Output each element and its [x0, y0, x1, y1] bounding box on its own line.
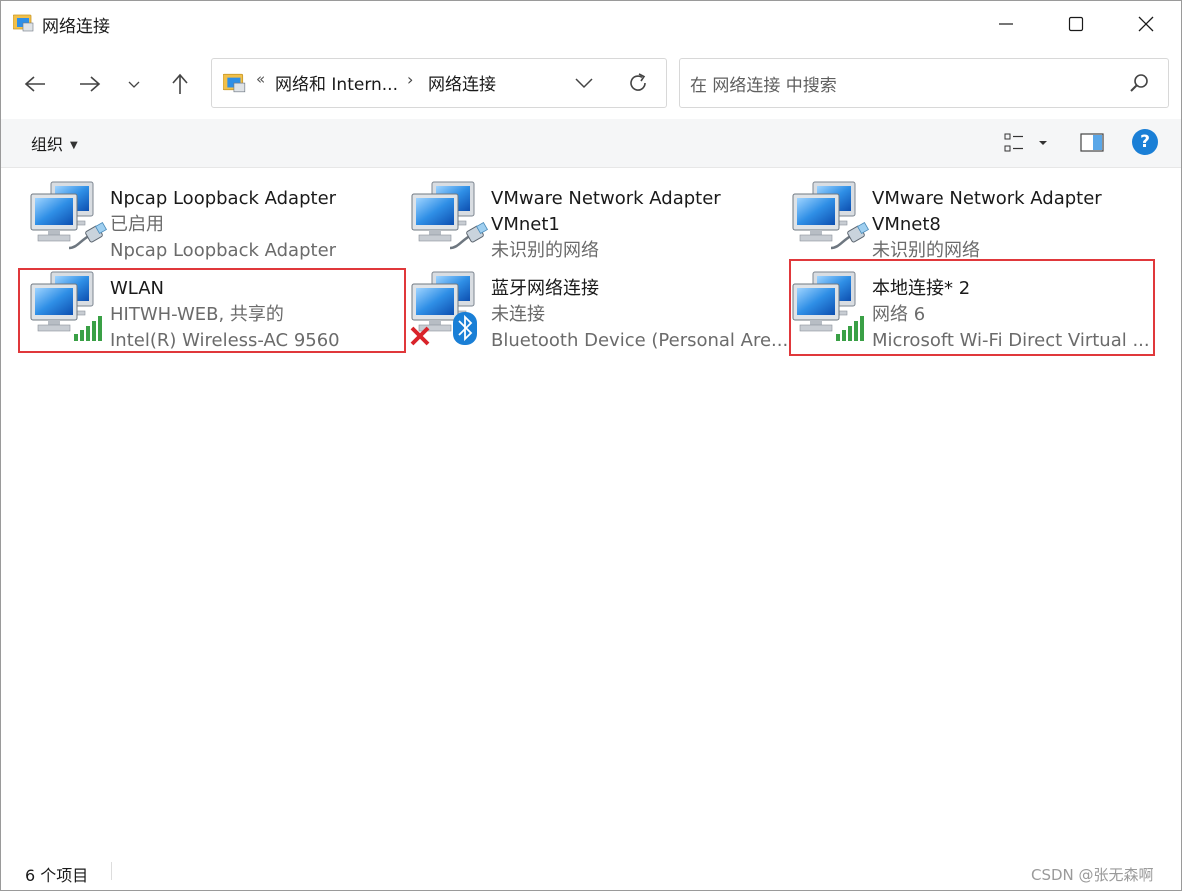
network-adapter-icon [410, 180, 488, 250]
breadcrumb-separator[interactable]: › [407, 70, 413, 89]
change-view-icon[interactable] [1003, 131, 1049, 155]
status-bar: 6 个项目 CSDN @张无森啊 [1, 848, 1181, 890]
minimize-icon [999, 23, 1013, 25]
adapter-name: Npcap Loopback Adapter [110, 188, 337, 209]
adapter-name: 蓝牙网络连接 [491, 278, 599, 299]
close-icon [1138, 16, 1154, 32]
adapter-item-bluetooth[interactable]: 蓝牙网络连接 未连接 Bluetooth Device (Personal Ar… [402, 264, 788, 351]
network-adapter-icon [791, 180, 869, 250]
adapter-name: VMware Network Adapter [491, 188, 721, 209]
organize-menu[interactable]: 组织 ▼ [31, 131, 78, 155]
refresh-icon[interactable] [626, 71, 650, 95]
close-button[interactable] [1111, 1, 1181, 47]
bluetooth-icon [453, 312, 477, 345]
help-button[interactable]: ? [1132, 129, 1158, 155]
minimize-button[interactable] [971, 1, 1041, 47]
breadcrumb-network-internet[interactable]: 网络和 Intern... [275, 70, 398, 95]
search-input[interactable]: 在 网络连接 中搜索 [690, 71, 837, 96]
search-box[interactable]: 在 网络连接 中搜索 [679, 58, 1169, 108]
highlight-box-local-connection [789, 259, 1155, 356]
network-folder-icon [13, 14, 34, 32]
command-bar: 组织 ▼ ? [1, 119, 1181, 168]
back-button[interactable] [18, 67, 52, 101]
item-count: 6 个项目 [25, 866, 89, 885]
forward-arrow-icon [80, 76, 101, 92]
network-adapter-icon [29, 180, 107, 250]
adapter-device: Npcap Loopback Adapter [110, 240, 337, 261]
adapter-device: Bluetooth Device (Personal Are... [491, 330, 789, 351]
adapter-item-npcap[interactable]: Npcap Loopback Adapter 已启用 Npcap Loopbac… [21, 174, 401, 261]
preview-pane-icon[interactable] [1079, 131, 1105, 155]
address-dropdown-icon[interactable] [572, 73, 596, 93]
forward-button[interactable] [73, 67, 107, 101]
search-icon[interactable] [1128, 72, 1150, 94]
adapter-list: Npcap Loopback Adapter 已启用 Npcap Loopbac… [1, 168, 1181, 848]
adapter-name-line2: VMnet1 [491, 214, 560, 235]
maximize-button[interactable] [1041, 1, 1111, 47]
navigation-bar: « 网络和 Intern... › 网络连接 在 网络连接 中搜索 [1, 47, 1181, 119]
organize-label: 组织 [31, 135, 64, 154]
title-bar: 网络连接 [1, 1, 1181, 47]
recent-locations-button[interactable] [117, 67, 151, 101]
status-divider [111, 862, 112, 880]
up-arrow-icon [172, 73, 188, 94]
up-button[interactable] [163, 67, 197, 101]
adapter-status: 未连接 [491, 304, 545, 325]
back-arrow-icon [24, 76, 45, 92]
adapter-item-vmnet8[interactable]: VMware Network Adapter VMnet8 未识别的网络 [783, 174, 1163, 261]
network-folder-icon [223, 73, 246, 93]
dropdown-arrow-icon: ▼ [70, 140, 78, 151]
adapter-name-line2: VMnet8 [872, 214, 941, 235]
bluetooth-adapter-icon [410, 270, 477, 346]
maximize-icon [1068, 16, 1084, 32]
adapter-status: 已启用 [110, 214, 164, 235]
adapter-name: VMware Network Adapter [872, 188, 1102, 209]
address-overflow[interactable]: « [256, 70, 265, 88]
adapter-status: 未识别的网络 [491, 240, 599, 261]
breadcrumb-network-connections[interactable]: 网络连接 [428, 70, 496, 95]
address-bar[interactable]: « 网络和 Intern... › 网络连接 [211, 58, 667, 108]
watermark: CSDN @张无森啊 [1031, 866, 1154, 884]
highlight-box-wlan [18, 268, 406, 353]
window-title: 网络连接 [42, 17, 110, 37]
chevron-down-icon [128, 81, 140, 88]
adapter-item-vmnet1[interactable]: VMware Network Adapter VMnet1 未识别的网络 [402, 174, 782, 261]
network-connections-window: 网络连接 « 网络和 Intern... › 网络连接 在 网络连接 中搜索 组… [0, 0, 1182, 891]
